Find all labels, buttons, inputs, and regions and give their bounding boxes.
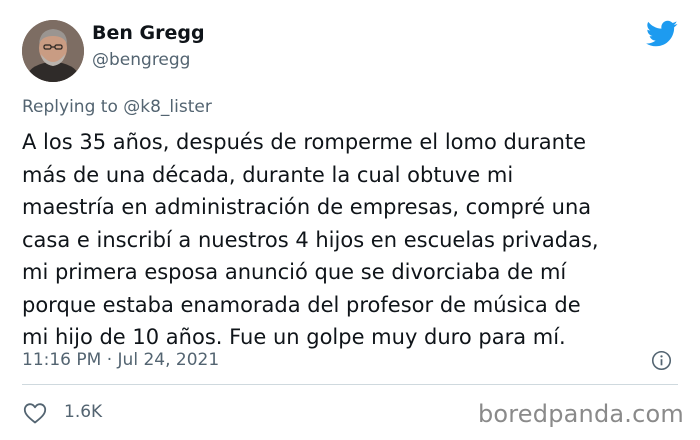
heart-icon[interactable] (22, 402, 48, 424)
tweet-text: A los 35 años, después de romperme el lo… (22, 130, 599, 349)
replying-to: Replying to @k8_lister (22, 97, 212, 117)
replying-prefix: Replying to (22, 97, 124, 117)
twitter-bird-icon[interactable] (646, 20, 678, 48)
user-handle[interactable]: @bengregg (92, 50, 190, 70)
divider (22, 384, 678, 385)
reply-mention-link[interactable]: @k8_lister (123, 97, 212, 117)
tweet-timestamp[interactable]: 11:16 PM · Jul 24, 2021 (22, 350, 219, 370)
like-count[interactable]: 1.6K (64, 402, 102, 422)
info-icon[interactable] (651, 350, 672, 371)
user-avatar-image (22, 20, 84, 82)
display-name[interactable]: Ben Gregg (92, 22, 205, 44)
avatar[interactable] (22, 20, 84, 82)
watermark: boredpanda.com (477, 400, 684, 428)
